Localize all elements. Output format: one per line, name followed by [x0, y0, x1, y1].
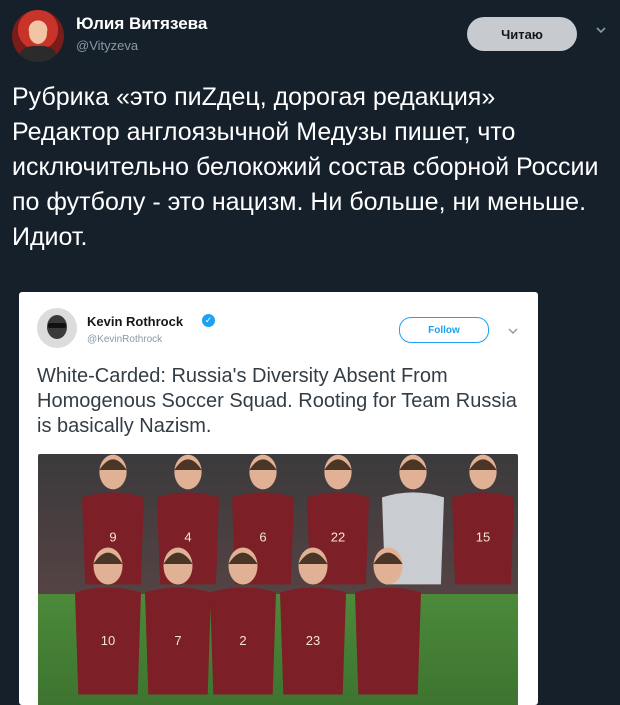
quoted-tweet-text: White-Carded: Russia's Diversity Absent … [37, 365, 517, 437]
shirt-number: 4 [184, 530, 191, 545]
shirt-number: 6 [259, 530, 266, 545]
shirt-number: 22 [331, 530, 345, 545]
team-photo[interactable]: 9 4 6 22 15 10 7 2 23 [38, 454, 518, 705]
following-button[interactable]: Читаю [467, 17, 577, 51]
shirt-number: 9 [109, 530, 116, 545]
chevron-down-icon[interactable] [595, 24, 607, 36]
author-name[interactable]: Юлия Витязева [76, 14, 207, 34]
avatar-face [29, 22, 47, 44]
tweet-text: Рубрика «это пиZдец, дорогая редакция» Р… [12, 83, 599, 251]
author-avatar[interactable] [12, 10, 64, 62]
team-photo-illustration: 9 4 6 22 15 10 7 2 23 [38, 454, 518, 705]
quoted-avatar-glasses [48, 323, 66, 328]
quoted-author-name[interactable]: Kevin Rothrock [87, 314, 183, 329]
verified-badge-icon: ✓ [202, 314, 215, 327]
author-handle[interactable]: @Vityzeva [76, 38, 138, 53]
tweet-header: Юлия Витязева @Vityzeva Читаю [0, 0, 620, 72]
quoted-follow-button[interactable]: Follow [399, 317, 489, 343]
shirt-number: 23 [306, 633, 320, 648]
shirt-number: 7 [174, 633, 181, 648]
shirt-number: 15 [476, 530, 490, 545]
player-shirt [355, 587, 421, 695]
avatar-body [20, 46, 56, 62]
quoted-tweet-card[interactable]: Kevin Rothrock ✓ @KevinRothrock Follow W… [19, 292, 538, 705]
shirt-number: 2 [239, 633, 246, 648]
quoted-author-handle[interactable]: @KevinRothrock [87, 334, 162, 345]
shirt-number: 10 [101, 633, 115, 648]
quoted-chevron-down-icon[interactable] [508, 326, 518, 336]
quoted-author-avatar[interactable] [37, 308, 77, 348]
